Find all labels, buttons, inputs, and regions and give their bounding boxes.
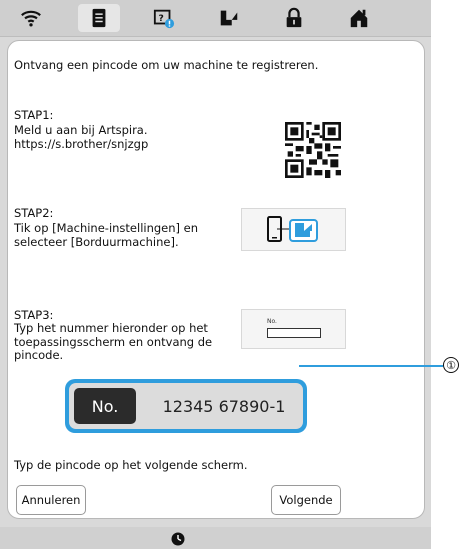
step1-text: Meld u aan bij Artspira. https://s.broth… (14, 123, 149, 151)
tab-document[interactable] (78, 4, 120, 32)
pin-number-display: No. 12345 67890-1 (65, 379, 307, 433)
step2-title: STAP2: (14, 206, 54, 220)
step2-illustration (241, 208, 346, 251)
top-tab-bar: ? (0, 0, 431, 37)
registration-panel: Ontvang een pincode om uw machine te reg… (7, 40, 425, 519)
document-icon (92, 8, 106, 28)
pin-no-label: No. (74, 388, 136, 424)
step2-text: Tik op [Machine-instellingen] en selecte… (14, 221, 199, 249)
intro-text: Ontvang een pincode om uw machine te reg… (14, 58, 319, 72)
device-frame: ? Ontvang een pincode om uw machine te r… (0, 0, 431, 549)
clock-icon (171, 532, 185, 546)
mini-number-box (267, 328, 321, 338)
qr-code-image (285, 122, 341, 178)
tab-lock[interactable] (273, 4, 315, 32)
svg-text:?: ? (159, 13, 164, 24)
home-icon (350, 9, 368, 28)
pin-number-field: No. 12345 67890-1 (69, 383, 303, 429)
lock-icon (286, 7, 302, 28)
sewing-machine-icon (220, 10, 238, 26)
callout-line (299, 365, 443, 367)
wifi-icon (21, 10, 41, 27)
bottom-bar (0, 527, 431, 549)
help-notification-icon: ? (153, 9, 175, 29)
tab-wifi[interactable] (10, 4, 52, 32)
tab-help[interactable]: ? (143, 4, 185, 32)
tab-sewing[interactable] (208, 4, 250, 32)
step3-illustration: No. (241, 309, 346, 349)
step3-text: Typ het nummer hieronder op het toepassi… (14, 321, 213, 362)
step1-title: STAP1: (14, 108, 54, 122)
next-button[interactable]: Volgende (271, 485, 341, 515)
callout-marker: ① (443, 357, 459, 373)
pin-number-value: 12345 67890-1 (162, 396, 286, 416)
mini-no-label: No. (267, 318, 277, 325)
cancel-button[interactable]: Annuleren (16, 485, 86, 515)
footer-instruction: Typ de pincode op het volgende scherm. (14, 458, 248, 472)
tab-home[interactable] (338, 4, 380, 32)
phone-machine-icon (267, 216, 318, 242)
